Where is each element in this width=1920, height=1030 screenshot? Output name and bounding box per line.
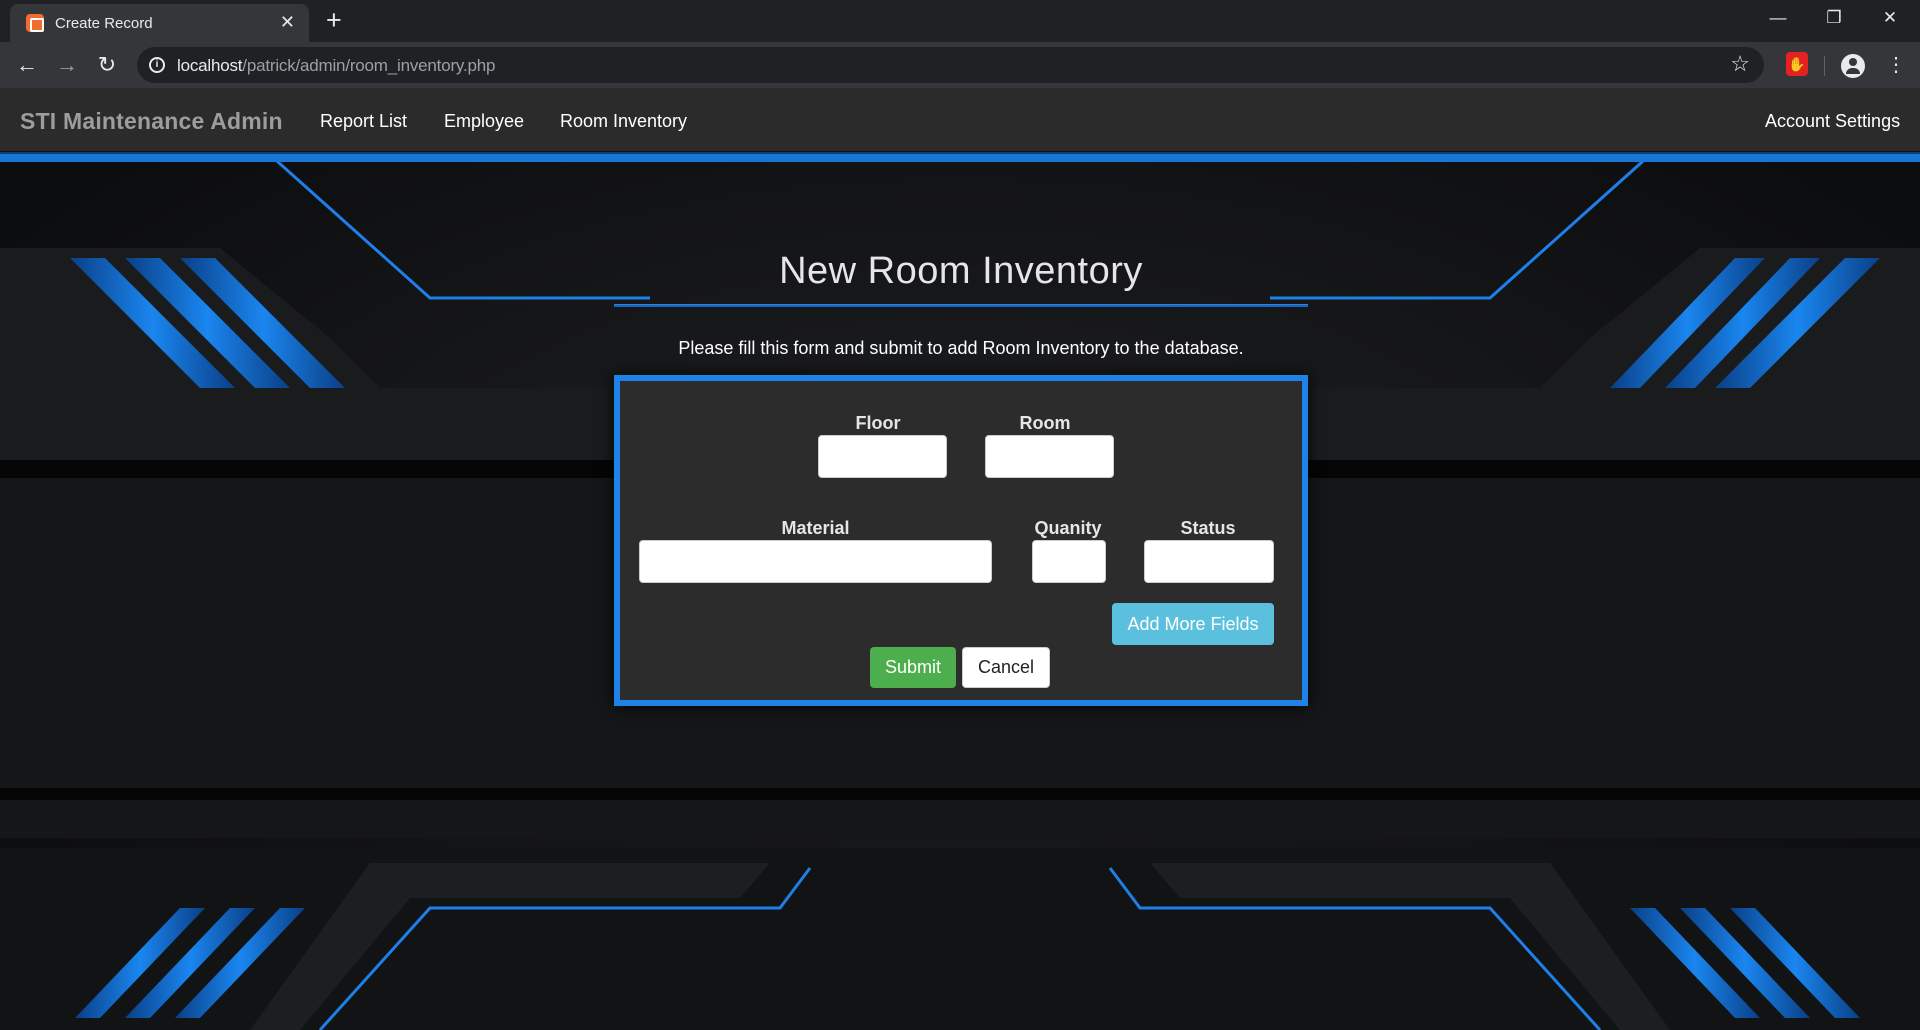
navbar-accent-bar [0,152,1920,162]
browser-tabstrip: Create Record ✕ + — ❐ ✕ [0,0,1920,42]
page-title: New Room Inventory [779,250,1143,292]
room-input[interactable] [985,435,1114,478]
quantity-label: Quanity [1034,518,1102,538]
star-icon[interactable]: ☆ [1730,51,1750,77]
tab-title: Create Record [55,15,153,32]
url-text: localhost/patrick/admin/room_inventory.p… [177,56,495,76]
status-input[interactable] [1144,540,1274,583]
plus-icon[interactable]: + [326,5,342,35]
page: STI Maintenance Admin Report List Employ… [0,88,1920,1030]
submit-button[interactable]: Submit [870,647,956,688]
nav-link-room-inventory[interactable]: Room Inventory [560,111,687,132]
nav-link-employee[interactable]: Employee [444,111,524,132]
close-icon[interactable]: ✕ [280,12,295,32]
nav-link-report-list[interactable]: Report List [320,111,407,132]
room-label: Room [1019,413,1071,433]
url-path: /patrick/admin/room_inventory.php [242,56,496,75]
title-underline [614,304,1308,307]
material-label: Material [781,518,850,538]
minimize-icon[interactable]: — [1750,4,1806,32]
status-label: Status [1180,518,1236,538]
nav-link-account-settings[interactable]: Account Settings [1765,111,1900,132]
brand-logo-text[interactable]: STI Maintenance Admin [20,108,283,135]
info-icon[interactable]: i [149,57,165,73]
quantity-input[interactable] [1032,540,1106,583]
back-icon[interactable]: ← [11,49,43,81]
floor-label: Floor [855,413,901,433]
account-icon[interactable] [1841,54,1865,78]
toolbar-divider [1824,56,1825,76]
forward-icon[interactable]: → [51,49,83,81]
extension-icon[interactable]: ✋ [1786,52,1808,76]
site-navbar: STI Maintenance Admin Report List Employ… [0,88,1920,152]
room-inventory-form: Floor Room Material Quanity Status Add M… [614,375,1308,706]
floor-input[interactable] [818,435,947,478]
form-instructions: Please fill this form and submit to add … [678,338,1244,358]
window-close-icon[interactable]: ✕ [1862,4,1918,32]
material-input[interactable] [639,540,992,583]
xampp-favicon-icon [26,14,44,32]
restore-icon[interactable]: ❐ [1806,4,1862,32]
reload-icon[interactable]: ↻ [91,49,123,81]
menu-icon[interactable]: ⋮ [1886,50,1906,80]
add-more-fields-button[interactable]: Add More Fields [1112,603,1274,645]
browser-tab[interactable]: Create Record ✕ [10,4,309,42]
url-host: localhost [177,56,243,75]
browser-toolbar: ← → ↻ i localhost/patrick/admin/room_inv… [0,42,1920,88]
cancel-button[interactable]: Cancel [962,647,1050,688]
address-bar[interactable]: i localhost/patrick/admin/room_inventory… [137,47,1764,83]
